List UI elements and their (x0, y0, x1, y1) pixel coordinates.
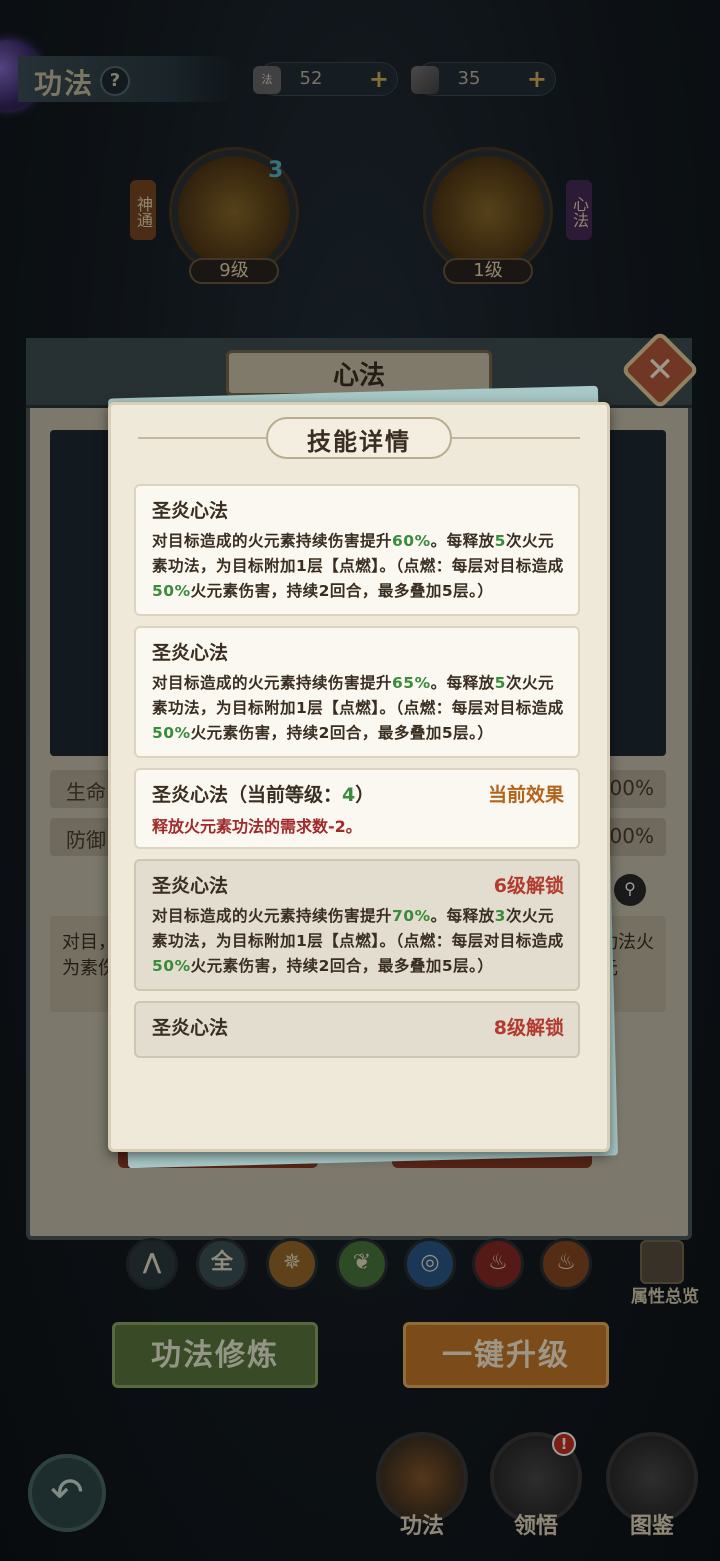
unlock-level-tag: 6级解锁 (493, 875, 564, 897)
skill-level-card: 圣炎心法 6级解锁 对目标造成的火元素持续伤害提升70%。每释放3次火元素功法，为目… (134, 859, 580, 991)
title-divider-right (452, 437, 580, 439)
current-effect-text: 释放火元素功法的需求数-2。 (152, 817, 362, 836)
skill-name: 圣炎心法 (152, 500, 229, 522)
current-effect-tag: 当前效果 (487, 784, 564, 806)
skill-description: 对目标造成的火元素持续伤害提升70%。每释放3次火元素功法，为目标附加1层【点燃… (152, 907, 564, 975)
title-divider-left (138, 437, 266, 439)
current-level-card: 圣炎心法（当前等级：4） 当前效果 释放火元素功法的需求数-2。 (134, 768, 580, 849)
skill-description: 对目标造成的火元素持续伤害提升60%。每释放5次火元素功法，为目标附加1层【点燃… (152, 532, 564, 600)
modal-title: 技能详情 (307, 428, 411, 456)
unlock-level-tag: 8级解锁 (493, 1017, 564, 1039)
skill-level-card: 圣炎心法 8级解锁 (134, 1001, 580, 1058)
skill-level-list[interactable]: 圣炎心法对目标造成的火元素持续伤害提升60%。每释放5次火元素功法，为目标附加1… (134, 484, 582, 1110)
skill-name: 圣炎心法 (152, 642, 229, 664)
skill-level-card: 圣炎心法对目标造成的火元素持续伤害提升65%。每释放5次火元素功法，为目标附加1… (134, 626, 580, 758)
skill-level-card: 圣炎心法对目标造成的火元素持续伤害提升60%。每释放5次火元素功法，为目标附加1… (134, 484, 580, 616)
skill-description: 对目标造成的火元素持续伤害提升65%。每释放5次火元素功法，为目标附加1层【点燃… (152, 674, 564, 742)
